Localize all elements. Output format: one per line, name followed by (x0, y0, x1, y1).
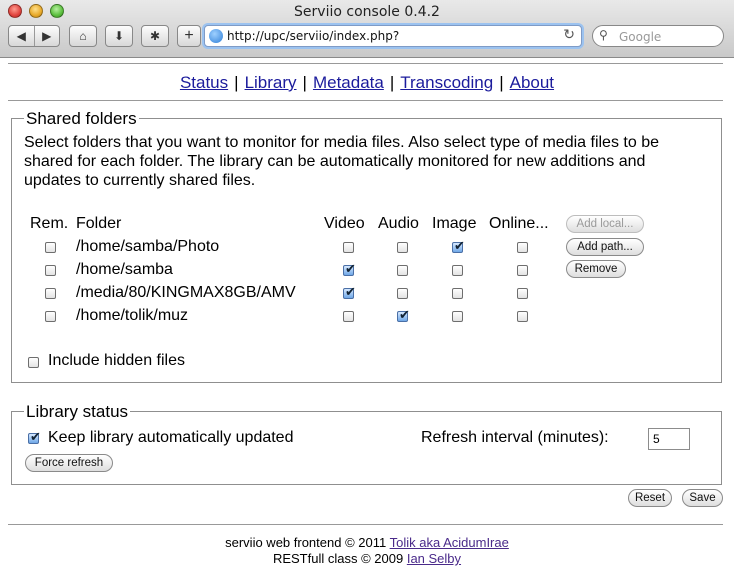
col-online: Online... (489, 215, 549, 232)
image-checkbox[interactable] (452, 288, 463, 299)
search-icon: ⚲ (599, 28, 608, 42)
url-text[interactable]: http://upc/serviio/index.php? (227, 29, 399, 43)
footer-copyright-1: serviio web frontend © 2011 (225, 535, 387, 550)
home-icon: ⌂ (79, 29, 87, 43)
footer-divider (8, 524, 723, 525)
reload-icon[interactable]: ↻ (563, 27, 575, 43)
reset-button[interactable]: Reset (628, 489, 672, 507)
video-checkbox[interactable] (343, 311, 354, 322)
shared-folders-description: Select folders that you want to monitor … (24, 134, 659, 189)
gear-icon: ✱ (149, 29, 161, 43)
nav-metadata[interactable]: Metadata (313, 73, 384, 92)
page-content: Status | Library | Metadata | Transcoding | Abou… (0, 59, 734, 574)
include-hidden-checkbox[interactable] (28, 357, 39, 368)
col-rem: Rem. (30, 215, 69, 232)
library-status-fieldset (11, 411, 722, 485)
folder-path: /home/tolik/muz (76, 307, 189, 324)
add-path-button[interactable]: Add path... (566, 238, 644, 256)
refresh-interval-label: Refresh interval (minutes): (421, 429, 609, 446)
image-checkbox[interactable] (452, 311, 463, 322)
remove-checkbox[interactable] (45, 265, 56, 276)
keep-updated-label: Keep library automatically updated (48, 429, 294, 446)
save-button[interactable]: Save (682, 489, 723, 507)
remove-checkbox[interactable] (45, 242, 56, 253)
nav-about[interactable]: About (510, 73, 554, 92)
footer-copyright-2: RESTfull class © 2009 (272, 551, 404, 566)
add-local-button[interactable]: Add local... (566, 215, 644, 233)
audio-checkbox[interactable]: ✔ (397, 307, 410, 322)
footer-line-2: RESTfull class © 2009 Ian Selby (0, 551, 734, 566)
nav-library[interactable]: Library (245, 73, 297, 92)
home-button[interactable]: ⌂ (69, 25, 97, 47)
back-forward-group: ◀ ▶ (8, 25, 60, 47)
shared-folders-legend: Shared folders (24, 109, 139, 129)
main-nav: Status | Library | Metadata | Transcoding | Abou… (179, 73, 555, 92)
nav-divider (8, 100, 723, 101)
top-divider (8, 63, 723, 64)
folder-path: /home/samba (76, 261, 173, 278)
online-checkbox[interactable] (517, 311, 528, 322)
video-checkbox[interactable]: ✔ (343, 284, 356, 299)
online-checkbox[interactable] (517, 288, 528, 299)
nav-status[interactable]: Status (180, 73, 228, 92)
col-video: Video (324, 215, 365, 232)
col-image: Image (432, 215, 477, 232)
footer-line-1: serviio web frontend © 2011 Tolik aka Ac… (0, 535, 734, 550)
online-checkbox[interactable] (517, 265, 528, 276)
window-titlebar: Serviio console 0.4.2 ◀ ▶ ⌂ ⬇ ✱ + http:/… (0, 0, 734, 58)
image-checkbox[interactable]: ✔ (452, 238, 465, 253)
col-audio: Audio (378, 215, 419, 232)
folder-path: /home/samba/Photo (76, 238, 220, 255)
force-refresh-button[interactable]: Force refresh (25, 454, 113, 472)
add-bookmark-button[interactable]: + (177, 25, 201, 47)
video-checkbox[interactable] (343, 242, 354, 253)
footer-rest-link[interactable]: Ian Selby (407, 551, 461, 566)
checkmark-icon: ✔ (345, 284, 356, 299)
checkmark-icon: ✔ (399, 307, 410, 322)
footer-author-link[interactable]: Tolik aka AcidumIrae (390, 535, 509, 550)
checkmark-icon: ✔ (30, 429, 41, 444)
checkmark-icon: ✔ (454, 238, 465, 253)
remove-button[interactable]: Remove (566, 260, 626, 278)
online-checkbox[interactable] (517, 242, 528, 253)
globe-icon (209, 29, 223, 43)
address-bar[interactable]: http://upc/serviio/index.php? ↻ (204, 25, 582, 47)
video-checkbox[interactable]: ✔ (343, 261, 356, 276)
search-placeholder: Google (619, 30, 662, 44)
keep-updated-checkbox[interactable]: ✔ (28, 429, 41, 444)
col-folder: Folder (76, 215, 122, 232)
audio-checkbox[interactable] (397, 265, 408, 276)
download-icon: ⬇ (113, 29, 125, 43)
remove-checkbox[interactable] (45, 311, 56, 322)
plus-icon: + (184, 27, 194, 44)
audio-checkbox[interactable] (397, 288, 408, 299)
audio-checkbox[interactable] (397, 242, 408, 253)
nav-transcoding[interactable]: Transcoding (400, 73, 493, 92)
image-checkbox[interactable] (452, 265, 463, 276)
include-hidden-label: Include hidden files (48, 352, 185, 369)
refresh-interval-input[interactable] (648, 428, 690, 450)
library-status-legend: Library status (24, 402, 131, 422)
forward-button[interactable]: ▶ (33, 26, 60, 46)
settings-button[interactable]: ✱ (141, 25, 169, 47)
remove-checkbox[interactable] (45, 288, 56, 299)
back-button[interactable]: ◀ (9, 26, 34, 46)
window-title: Serviio console 0.4.2 (294, 4, 440, 20)
downloads-button[interactable]: ⬇ (105, 25, 133, 47)
folder-path: /media/80/KINGMAX8GB/AMV (76, 284, 296, 301)
search-field[interactable]: ⚲ Google (592, 25, 724, 47)
checkmark-icon: ✔ (345, 261, 356, 276)
